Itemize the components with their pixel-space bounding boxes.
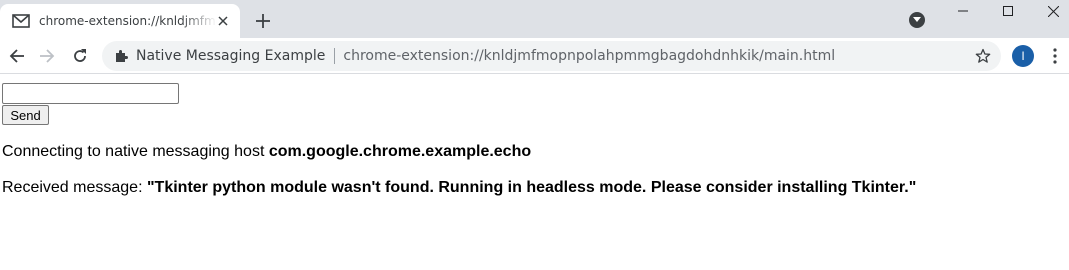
- address-bar[interactable]: Native Messaging Example chrome-extensio…: [102, 41, 1001, 71]
- tab-title: chrome-extension://knldjmfmopnpolahpmmgb…: [39, 14, 217, 28]
- tab-search-icon[interactable]: [909, 12, 925, 28]
- omnibox-divider: [334, 48, 336, 64]
- reload-icon[interactable]: [70, 46, 90, 66]
- received-message-line: Received message: "Tkinter python module…: [2, 179, 916, 197]
- profile-avatar[interactable]: I: [1012, 45, 1034, 67]
- received-message-text: "Tkinter python module wasn't found. Run…: [146, 179, 917, 196]
- extension-puzzle-icon: [114, 49, 128, 63]
- envelope-icon: [12, 12, 30, 30]
- host-name: com.google.chrome.example.echo: [268, 143, 532, 160]
- site-name: Native Messaging Example: [136, 48, 326, 64]
- back-arrow-icon[interactable]: [7, 46, 27, 66]
- browser-tab[interactable]: chrome-extension://knldjmfmopnpolahpmmgb…: [0, 4, 240, 38]
- page-content: Send Connecting to native messaging host…: [0, 75, 1069, 270]
- new-tab-plus-icon[interactable]: [254, 12, 272, 30]
- forward-arrow-icon[interactable]: [37, 46, 57, 66]
- connecting-label: Connecting to native messaging host: [2, 143, 269, 160]
- browser-toolbar: Native Messaging Example chrome-extensio…: [0, 38, 1069, 74]
- connection-status: Connecting to native messaging host com.…: [2, 143, 531, 161]
- message-input[interactable]: [2, 83, 179, 104]
- bookmark-star-icon[interactable]: [975, 48, 991, 64]
- close-tab-icon[interactable]: [215, 13, 231, 29]
- url-text[interactable]: chrome-extension://knldjmfmopnpolahpmmgb…: [343, 48, 835, 64]
- maximize-window-icon[interactable]: [985, 0, 1031, 22]
- minimize-window-icon[interactable]: [940, 0, 986, 22]
- close-window-icon[interactable]: [1030, 0, 1069, 22]
- send-button[interactable]: Send: [2, 105, 49, 125]
- more-menu-icon[interactable]: [1047, 47, 1063, 65]
- tab-strip: chrome-extension://knldjmfmopnpolahpmmgb…: [0, 0, 1069, 38]
- received-label: Received message:: [2, 179, 147, 196]
